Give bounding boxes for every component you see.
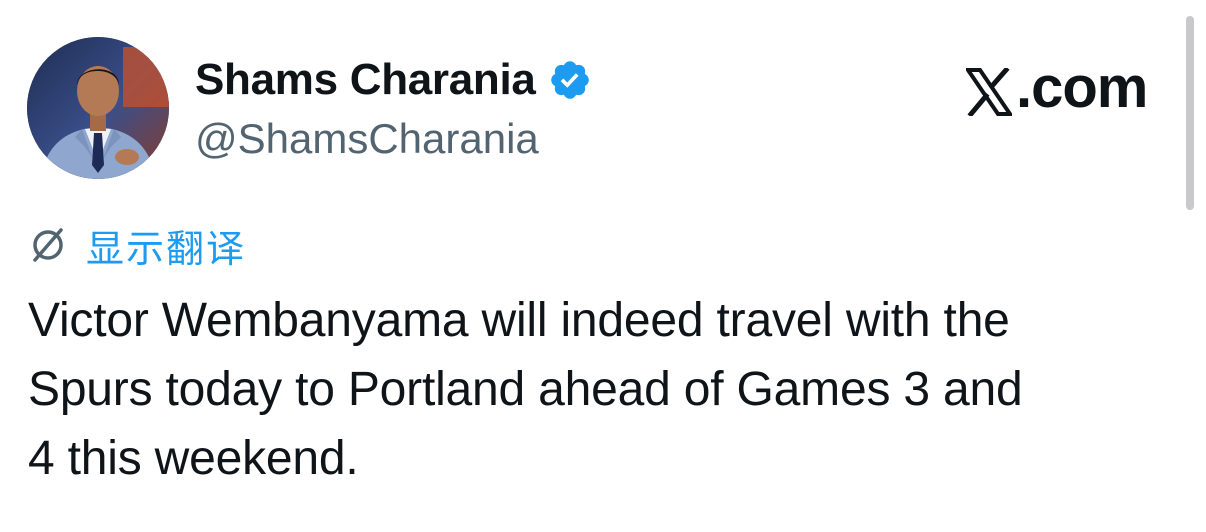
tweet-text-line: Victor Wembanyama will indeed travel wit…: [28, 294, 1010, 347]
brand-suffix: .com: [1016, 54, 1148, 120]
author-handle[interactable]: @ShamsCharania: [195, 115, 539, 163]
verified-badge-icon: [548, 58, 592, 102]
avatar[interactable]: [27, 37, 169, 179]
x-com-brand: .com: [964, 54, 1148, 120]
scrollbar[interactable]: [1186, 16, 1194, 210]
x-logo-icon: [964, 63, 1014, 118]
author-name-row[interactable]: Shams Charania: [195, 50, 592, 110]
show-translation-button[interactable]: 显示翻译: [28, 218, 246, 273]
tweet-card: Shams Charania @ShamsCharania .com 显示翻译 …: [0, 0, 1206, 532]
tweet-text-line: Spurs today to Portland ahead of Games 3…: [28, 363, 1023, 416]
author-display-name[interactable]: Shams Charania: [195, 55, 536, 105]
avatar-image: [27, 37, 169, 179]
show-translation-label[interactable]: 显示翻译: [86, 218, 246, 273]
tweet-text: Victor Wembanyama will indeed travel wit…: [28, 286, 1188, 493]
tweet-text-line: 4 this weekend.: [28, 432, 359, 485]
globe-slash-icon: [28, 225, 68, 265]
